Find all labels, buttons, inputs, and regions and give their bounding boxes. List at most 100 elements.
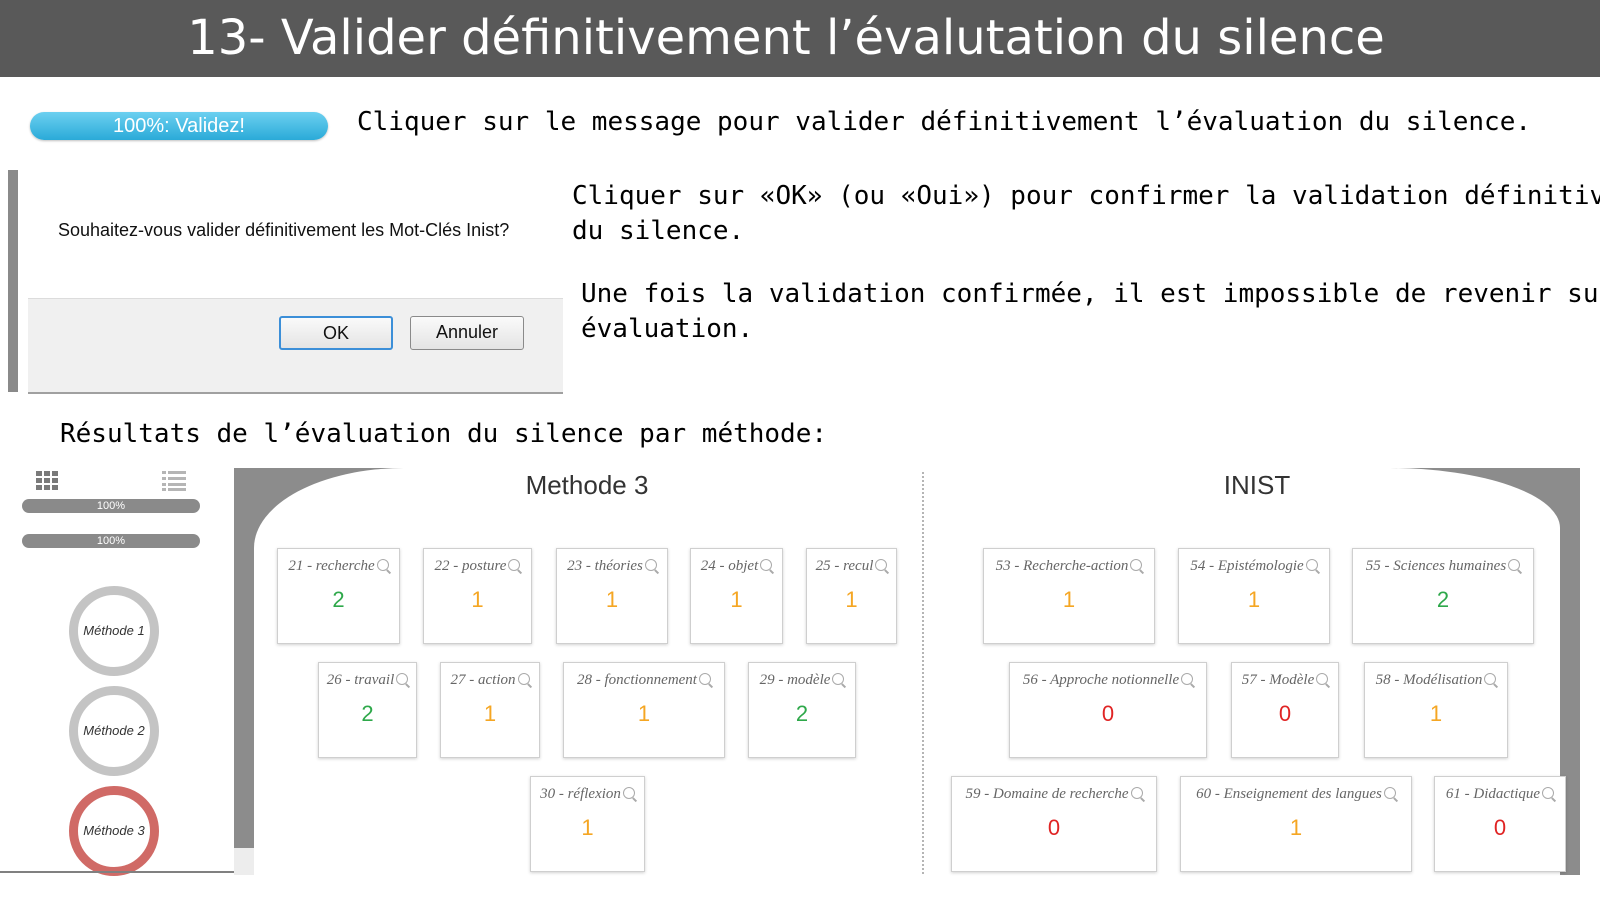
search-icon[interactable] <box>760 559 773 571</box>
panel-divider <box>922 472 924 874</box>
keyword-card[interactable]: 61 - Didactique 0 <box>1434 776 1566 872</box>
keyword-label-text: 25 - recul <box>815 558 874 574</box>
search-icon[interactable] <box>517 673 530 685</box>
keyword-label: 55 - Sciences humaines <box>1353 558 1533 575</box>
keyword-label-text: 23 - théories <box>567 558 643 574</box>
instruction-confirm-line1: Cliquer sur «OK» (ou «Oui») pour confirm… <box>572 181 1600 211</box>
search-icon[interactable] <box>1383 787 1396 799</box>
keyword-label: 27 - action <box>441 672 539 689</box>
search-icon[interactable] <box>376 559 389 571</box>
search-icon[interactable] <box>1508 559 1521 571</box>
progress-bar-1: 100% <box>22 499 200 513</box>
keyword-score: 1 <box>581 815 594 840</box>
keyword-label: 56 - Approche notionnelle <box>1010 672 1206 689</box>
search-icon[interactable] <box>1130 559 1143 571</box>
keyword-score: 2 <box>795 701 809 726</box>
cancel-button[interactable]: Annuler <box>410 316 524 350</box>
search-icon[interactable] <box>1305 559 1318 571</box>
search-icon[interactable] <box>396 673 409 685</box>
search-icon[interactable] <box>875 559 888 571</box>
inist-heading: INIST <box>1223 470 1291 500</box>
search-icon[interactable] <box>622 787 635 799</box>
search-icon[interactable] <box>1542 787 1555 799</box>
keyword-card[interactable]: 23 - théories 1 <box>556 548 668 644</box>
keyword-card[interactable]: 55 - Sciences humaines 2 <box>1352 548 1534 644</box>
keyword-label-text: 26 - travail <box>326 672 395 688</box>
keyword-card[interactable]: 24 - objet 1 <box>690 548 783 644</box>
keyword-label: 23 - théories <box>557 558 667 575</box>
keyword-score: 1 <box>845 587 858 612</box>
results-heading: Résultats de l’évaluation du silence par… <box>60 419 828 449</box>
search-icon[interactable] <box>644 559 657 571</box>
instruction-confirm-line2: du silence. <box>572 216 745 246</box>
stage-scroll-strip <box>234 848 254 875</box>
keyword-card[interactable]: 59 - Domaine de recherche 0 <box>951 776 1157 872</box>
keyword-score: 2 <box>361 701 374 726</box>
keyword-label-text: 56 - Approche notionnelle <box>1022 672 1180 688</box>
keyword-score: 1 <box>605 587 619 612</box>
instruction-warning-line2: évaluation. <box>581 314 754 344</box>
method-3-circle[interactable]: Méthode 3 <box>69 786 159 876</box>
keyword-card[interactable]: 30 - réflexion 1 <box>530 776 645 872</box>
keyword-score: 1 <box>1289 815 1303 840</box>
keyword-label: 30 - réflexion <box>531 786 644 803</box>
search-icon[interactable] <box>1316 673 1329 685</box>
list-view-icon[interactable] <box>162 471 186 491</box>
keyword-score: 1 <box>1429 701 1443 726</box>
keyword-card[interactable]: 54 - Epistémologie 1 <box>1178 548 1330 644</box>
keyword-card[interactable]: 56 - Approche notionnelle 0 <box>1009 662 1207 758</box>
keyword-label: 60 - Enseignement des langues <box>1181 786 1411 803</box>
keyword-label-text: 58 - Modélisation <box>1375 672 1483 688</box>
keyword-label: 29 - modèle <box>749 672 855 689</box>
keyword-label: 61 - Didactique <box>1435 786 1565 803</box>
keyword-label: 59 - Domaine de recherche <box>952 786 1156 803</box>
search-icon[interactable] <box>508 559 521 571</box>
search-icon[interactable] <box>1130 787 1143 799</box>
keyword-label-text: 27 - action <box>450 672 516 688</box>
keyword-label-text: 24 - objet <box>700 558 759 574</box>
keyword-score: 1 <box>730 587 743 612</box>
ok-button[interactable]: OK <box>279 316 393 350</box>
method-2-circle[interactable]: Méthode 2 <box>69 686 159 776</box>
title-bar: 13- Valider définitivement l’évalutation… <box>0 0 1600 77</box>
sidebar-bottom-line <box>0 871 254 873</box>
confirm-dialog: Souhaitez-vous valider définitivement le… <box>8 170 563 394</box>
keyword-label-text: 29 - modèle <box>759 672 831 688</box>
keyword-score: 1 <box>483 701 497 726</box>
keyword-label: 28 - fonctionnement <box>564 672 724 689</box>
keyword-card[interactable]: 25 - recul 1 <box>806 548 897 644</box>
keyword-card[interactable]: 53 - Recherche-action 1 <box>983 548 1155 644</box>
keyword-card[interactable]: 27 - action 1 <box>440 662 540 758</box>
keyword-card[interactable]: 58 - Modélisation 1 <box>1364 662 1508 758</box>
keyword-card[interactable]: 29 - modèle 2 <box>748 662 856 758</box>
keyword-card[interactable]: 26 - travail 2 <box>318 662 417 758</box>
validate-button[interactable]: 100%: Validez! <box>30 112 328 140</box>
keyword-label-text: 54 - Epistémologie <box>1190 558 1304 574</box>
keyword-label-text: 30 - réflexion <box>540 786 621 802</box>
keyword-label: 53 - Recherche-action <box>984 558 1154 575</box>
keyword-score: 2 <box>332 587 345 612</box>
keyword-card[interactable]: 22 - posture 1 <box>423 548 532 644</box>
keyword-label-text: 57 - Modèle <box>1241 672 1315 688</box>
keyword-label-text: 55 - Sciences humaines <box>1365 558 1507 574</box>
method-1-circle[interactable]: Méthode 1 <box>69 586 159 676</box>
keyword-label: 54 - Epistémologie <box>1179 558 1329 575</box>
keyword-card[interactable]: 21 - recherche 2 <box>277 548 400 644</box>
search-icon[interactable] <box>832 673 845 685</box>
search-icon[interactable] <box>1181 673 1194 685</box>
keyword-card[interactable]: 28 - fonctionnement 1 <box>563 662 725 758</box>
keyword-label-text: 59 - Domaine de recherche <box>965 786 1129 802</box>
keyword-card[interactable]: 60 - Enseignement des langues 1 <box>1180 776 1412 872</box>
keyword-score: 1 <box>1247 587 1261 612</box>
methode-3-heading: Methode 3 <box>525 470 649 500</box>
grid-view-icon[interactable] <box>36 471 58 491</box>
keyword-label-text: 21 - recherche <box>288 558 375 574</box>
progress-bar-2: 100% <box>22 534 200 548</box>
keyword-label: 24 - objet <box>691 558 782 575</box>
keyword-score: 0 <box>1047 815 1061 840</box>
keyword-card[interactable]: 57 - Modèle 0 <box>1231 662 1339 758</box>
search-icon[interactable] <box>1484 673 1497 685</box>
search-icon[interactable] <box>698 673 711 685</box>
keyword-score: 1 <box>471 587 484 612</box>
keyword-label-text: 60 - Enseignement des langues <box>1196 786 1382 802</box>
